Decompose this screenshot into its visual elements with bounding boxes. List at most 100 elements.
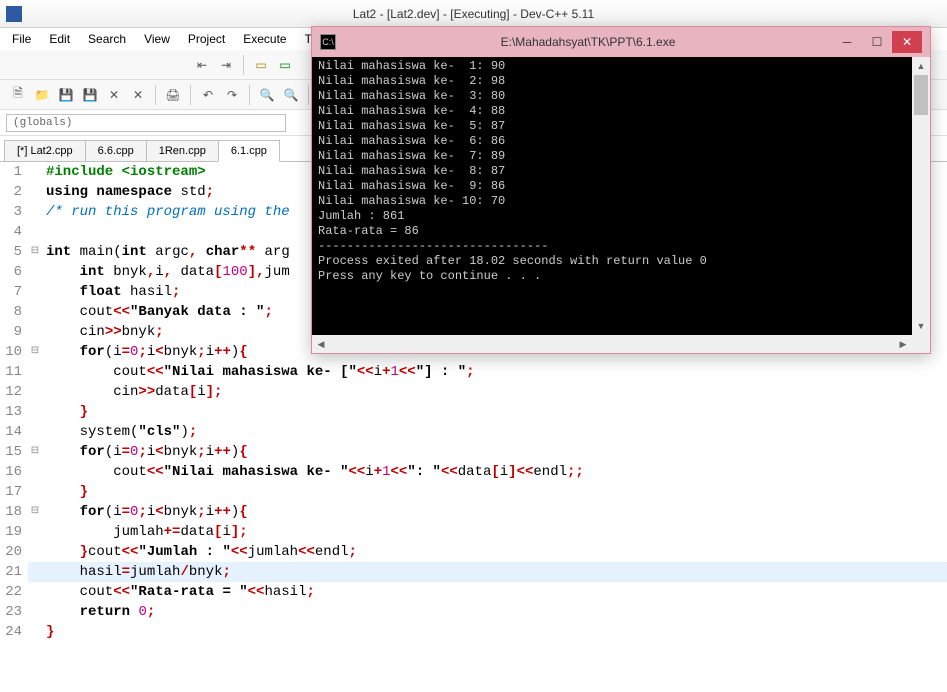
- code-content[interactable]: }: [42, 482, 947, 502]
- new-icon[interactable]: 🗎: [8, 85, 28, 105]
- line-number: 6: [0, 262, 28, 282]
- menu-view[interactable]: View: [136, 30, 178, 48]
- file-tab[interactable]: 6.1.cpp: [218, 140, 280, 162]
- file-tab[interactable]: 1Ren.cpp: [146, 140, 219, 161]
- code-line[interactable]: 19 jumlah+=data[i];: [0, 522, 947, 542]
- menu-search[interactable]: Search: [80, 30, 134, 48]
- console-titlebar[interactable]: C:\ E:\Mahadahsyat\TK\PPT\6.1.exe ─ ☐ ✕: [312, 27, 930, 57]
- line-number: 3: [0, 202, 28, 222]
- line-number: 19: [0, 522, 28, 542]
- code-line[interactable]: 23 return 0;: [0, 602, 947, 622]
- code-line[interactable]: 12 cin>>data[i];: [0, 382, 947, 402]
- line-number: 14: [0, 422, 28, 442]
- code-line[interactable]: 16 cout<<"Nilai mahasiswa ke- "<<i+1<<":…: [0, 462, 947, 482]
- console-hscrollbar[interactable]: ◀ ▶: [312, 335, 912, 353]
- app-icon: [6, 6, 22, 22]
- find-icon[interactable]: 🔍: [257, 85, 277, 105]
- code-content[interactable]: cout<<"Nilai mahasiswa ke- ["<<i+1<<"] :…: [42, 362, 947, 382]
- fold-icon: [28, 482, 42, 502]
- code-line[interactable]: 13 }: [0, 402, 947, 422]
- file-tab[interactable]: 6.6.cpp: [85, 140, 147, 161]
- goto-icon[interactable]: ⇤: [192, 55, 212, 75]
- print-icon[interactable]: 🖨: [163, 85, 183, 105]
- goto2-icon[interactable]: ⇥: [216, 55, 236, 75]
- code-content[interactable]: system("cls");: [42, 422, 947, 442]
- code-line[interactable]: 20 }cout<<"Jumlah : "<<jumlah<<endl;: [0, 542, 947, 562]
- run-icon[interactable]: ▭: [275, 55, 295, 75]
- console-close-button[interactable]: ✕: [892, 31, 922, 53]
- open-icon[interactable]: 📁: [32, 85, 52, 105]
- closeall-icon[interactable]: ✕: [128, 85, 148, 105]
- line-number: 16: [0, 462, 28, 482]
- scroll-left-icon[interactable]: ◀: [312, 335, 330, 353]
- code-content[interactable]: cout<<"Nilai mahasiswa ke- "<<i+1<<": "<…: [42, 462, 947, 482]
- console-window: C:\ E:\Mahadahsyat\TK\PPT\6.1.exe ─ ☐ ✕ …: [311, 26, 931, 354]
- code-content[interactable]: cin>>data[i];: [42, 382, 947, 402]
- console-maximize-button[interactable]: ☐: [862, 31, 892, 53]
- fold-icon: [28, 382, 42, 402]
- code-content[interactable]: return 0;: [42, 602, 947, 622]
- line-number: 17: [0, 482, 28, 502]
- fold-icon[interactable]: ⊟: [28, 342, 42, 362]
- code-content[interactable]: for(i=0;i<bnyk;i++){: [42, 442, 947, 462]
- scroll-thumb[interactable]: [914, 75, 928, 115]
- fold-icon: [28, 402, 42, 422]
- compile-icon[interactable]: ▭: [251, 55, 271, 75]
- undo-icon[interactable]: ↶: [198, 85, 218, 105]
- console-output[interactable]: Nilai mahasiswa ke- 1: 90 Nilai mahasisw…: [312, 57, 930, 353]
- console-vscrollbar[interactable]: ▲ ▼: [912, 57, 930, 335]
- code-line[interactable]: 11 cout<<"Nilai mahasiswa ke- ["<<i+1<<"…: [0, 362, 947, 382]
- code-content[interactable]: }: [42, 402, 947, 422]
- code-line[interactable]: 17 }: [0, 482, 947, 502]
- console-minimize-button[interactable]: ─: [832, 31, 862, 53]
- fold-icon: [28, 602, 42, 622]
- menu-project[interactable]: Project: [180, 30, 233, 48]
- code-content[interactable]: hasil=jumlah/bnyk;: [42, 562, 947, 582]
- console-scroll-corner: [912, 335, 930, 353]
- code-content[interactable]: cout<<"Rata-rata = "<<hasil;: [42, 582, 947, 602]
- fold-icon: [28, 462, 42, 482]
- code-line[interactable]: 15⊟ for(i=0;i<bnyk;i++){: [0, 442, 947, 462]
- line-number: 11: [0, 362, 28, 382]
- scroll-right-icon[interactable]: ▶: [894, 335, 912, 353]
- code-line[interactable]: 22 cout<<"Rata-rata = "<<hasil;: [0, 582, 947, 602]
- save-icon[interactable]: 💾: [56, 85, 76, 105]
- fold-icon: [28, 182, 42, 202]
- scroll-down-icon[interactable]: ▼: [912, 317, 930, 335]
- code-content[interactable]: for(i=0;i<bnyk;i++){: [42, 502, 947, 522]
- fold-icon: [28, 322, 42, 342]
- fold-icon[interactable]: ⊟: [28, 442, 42, 462]
- fold-icon[interactable]: ⊟: [28, 502, 42, 522]
- fold-icon: [28, 562, 42, 582]
- code-line[interactable]: 14 system("cls");: [0, 422, 947, 442]
- redo-icon[interactable]: ↷: [222, 85, 242, 105]
- code-line[interactable]: 24}: [0, 622, 947, 642]
- replace-icon[interactable]: 🔍: [281, 85, 301, 105]
- fold-icon: [28, 262, 42, 282]
- menu-file[interactable]: File: [4, 30, 39, 48]
- line-number: 24: [0, 622, 28, 642]
- code-line[interactable]: 18⊟ for(i=0;i<bnyk;i++){: [0, 502, 947, 522]
- line-number: 10: [0, 342, 28, 362]
- fold-icon: [28, 282, 42, 302]
- file-tab[interactable]: [*] Lat2.cpp: [4, 140, 86, 161]
- menu-execute[interactable]: Execute: [235, 30, 294, 48]
- fold-icon: [28, 422, 42, 442]
- code-content[interactable]: }: [42, 622, 947, 642]
- globals-combo[interactable]: (globals): [6, 114, 286, 132]
- line-number: 12: [0, 382, 28, 402]
- line-number: 13: [0, 402, 28, 422]
- fold-icon[interactable]: ⊟: [28, 242, 42, 262]
- line-number: 18: [0, 502, 28, 522]
- code-content[interactable]: jumlah+=data[i];: [42, 522, 947, 542]
- close-icon[interactable]: ✕: [104, 85, 124, 105]
- code-line[interactable]: 21 hasil=jumlah/bnyk;: [0, 562, 947, 582]
- menu-edit[interactable]: Edit: [41, 30, 78, 48]
- fold-icon: [28, 302, 42, 322]
- fold-icon: [28, 362, 42, 382]
- saveall-icon[interactable]: 💾: [80, 85, 100, 105]
- line-number: 23: [0, 602, 28, 622]
- code-content[interactable]: }cout<<"Jumlah : "<<jumlah<<endl;: [42, 542, 947, 562]
- line-number: 20: [0, 542, 28, 562]
- scroll-up-icon[interactable]: ▲: [912, 57, 930, 75]
